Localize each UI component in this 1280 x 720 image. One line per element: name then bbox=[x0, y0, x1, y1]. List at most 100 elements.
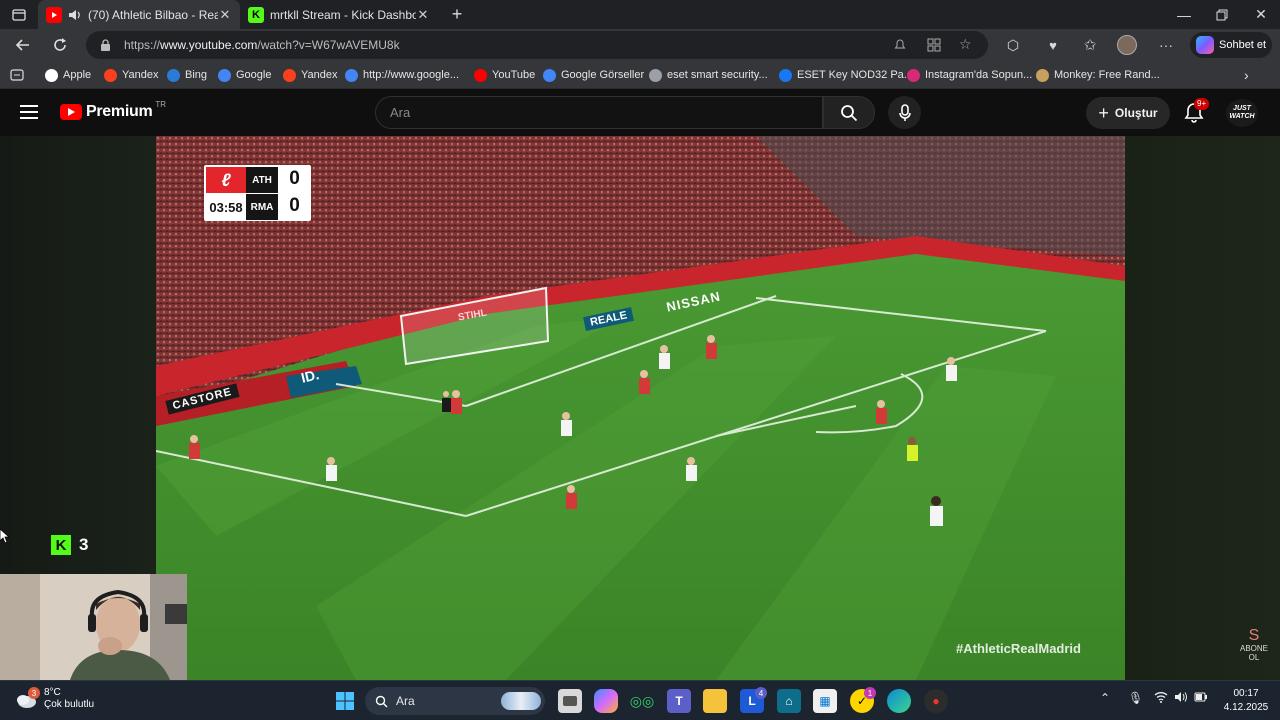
bookmark-item[interactable]: http://www.google... bbox=[345, 67, 459, 83]
chevron-up-icon[interactable]: ⌃ bbox=[1100, 691, 1110, 705]
profile-avatar[interactable] bbox=[1114, 32, 1140, 58]
xbox-game-bar-icon[interactable]: ◎◎ bbox=[630, 689, 654, 713]
chevron-right-icon[interactable]: › bbox=[1244, 67, 1249, 83]
store-app-icon[interactable]: ⌂ bbox=[777, 689, 801, 713]
bookmark-label: Instagram'da Sopun... bbox=[925, 69, 1033, 81]
search-icon bbox=[841, 104, 858, 121]
hamburger-menu-icon[interactable] bbox=[20, 104, 38, 125]
restore-icon[interactable] bbox=[1203, 0, 1241, 29]
home-score: 0 bbox=[289, 168, 300, 189]
viewer-count: 3 bbox=[79, 535, 89, 554]
search-highlight-image bbox=[501, 692, 541, 710]
bookmark-label: YouTube bbox=[492, 69, 536, 81]
temperature: 8°C bbox=[44, 687, 61, 698]
browser-tab-strip: (70) Athletic Bilbao - Real Ma ✕ K mrtkl… bbox=[0, 0, 1280, 29]
star-icon[interactable]: ☆ bbox=[959, 36, 972, 53]
microsoft-store-icon[interactable]: ▦ bbox=[813, 689, 837, 713]
search-input[interactable]: Ara bbox=[375, 96, 823, 129]
bookmark-item[interactable]: Apple bbox=[45, 67, 91, 83]
bookmark-favicon-icon bbox=[218, 68, 231, 82]
bookmark-label: Yandex bbox=[122, 69, 159, 81]
bookmark-item[interactable]: Yandex bbox=[104, 67, 159, 83]
account-avatar[interactable]: JUST WATCH bbox=[1226, 99, 1258, 127]
bookmark-favicon-icon bbox=[167, 68, 180, 82]
bookmarks-bar: Apple Yandex Bing Google Yandex http://www.go… bbox=[0, 61, 1280, 89]
task-view-icon[interactable] bbox=[558, 689, 582, 713]
bookmark-label: Bing bbox=[185, 69, 208, 81]
bookmark-favicon-icon bbox=[283, 68, 296, 82]
bookmark-label: Apple bbox=[63, 69, 92, 81]
extensions-icon[interactable]: ⬡ bbox=[1000, 32, 1026, 58]
taskbar-search[interactable]: Ara bbox=[365, 687, 545, 715]
youtube-favicon-icon bbox=[46, 6, 62, 23]
speaker-icon[interactable] bbox=[68, 8, 82, 22]
minimize-icon[interactable]: — bbox=[1165, 0, 1203, 29]
close-window-icon[interactable]: ✕ bbox=[1242, 0, 1280, 29]
tab-youtube[interactable]: (70) Athletic Bilbao - Real Ma ✕ bbox=[38, 0, 240, 29]
back-icon[interactable] bbox=[10, 32, 36, 58]
system-clock[interactable]: 00:17 4.12.2025 bbox=[1218, 687, 1274, 715]
bookmark-item[interactable]: Google bbox=[218, 67, 271, 83]
battery-icon[interactable] bbox=[1194, 691, 1208, 706]
address-bar[interactable]: https://www.youtube.com/watch?v=W67wAVEM… bbox=[86, 31, 988, 59]
weather-widget[interactable]: 3 8°C Çok bulutlu bbox=[14, 687, 94, 711]
app-badge: 1 bbox=[864, 687, 876, 699]
new-tab-icon[interactable]: + bbox=[438, 0, 476, 29]
copilot-taskbar-icon[interactable] bbox=[594, 689, 618, 713]
browser-toolbar: https://www.youtube.com/watch?v=W67wAVEM… bbox=[0, 29, 1280, 61]
bookmark-item[interactable]: Yandex bbox=[283, 67, 338, 83]
search-button[interactable] bbox=[823, 96, 875, 129]
lock-icon[interactable] bbox=[100, 39, 111, 51]
home-team: ATH bbox=[246, 167, 278, 193]
bookmark-item[interactable]: YouTube bbox=[474, 67, 535, 83]
weather-condition: Çok bulutlu bbox=[44, 699, 95, 710]
kick-favicon-icon: K bbox=[248, 6, 264, 23]
microphone-icon bbox=[898, 103, 911, 121]
bookmark-label: eset smart security... bbox=[667, 69, 768, 81]
tab-kick[interactable]: K mrtkll Stream - Kick Dashboard ✕ bbox=[240, 0, 438, 29]
wifi-icon[interactable] bbox=[1154, 691, 1168, 706]
bookmark-item[interactable]: ESET Key NOD32 Pa... bbox=[779, 67, 913, 83]
close-tab-icon[interactable]: ✕ bbox=[218, 7, 232, 23]
microphone-tray-icon[interactable]: 🎙︎ bbox=[1128, 691, 1143, 705]
bell-off-icon[interactable] bbox=[894, 39, 906, 51]
bookmark-favicon-icon bbox=[474, 68, 487, 82]
bookmark-favicon-icon bbox=[543, 68, 556, 82]
reading-mode-icon[interactable] bbox=[10, 67, 24, 83]
refresh-icon[interactable] bbox=[47, 32, 73, 58]
file-explorer-icon[interactable] bbox=[703, 689, 727, 713]
youtube-logo[interactable]: Premium TR bbox=[60, 100, 166, 121]
bookmark-item[interactable]: Monkey: Free Rand... bbox=[1036, 67, 1160, 83]
voice-search-button[interactable] bbox=[888, 96, 921, 129]
bookmark-favicon-icon bbox=[1036, 68, 1049, 82]
app-install-icon[interactable] bbox=[927, 38, 941, 52]
avatar-text-2: WATCH bbox=[1229, 113, 1255, 120]
bookmark-item[interactable]: Instagram'da Sopun... bbox=[907, 67, 1032, 83]
video-player[interactable]: NISSAN REALE CASTORE ID. STIHL ℓ ATH RMA… bbox=[156, 136, 1125, 680]
bookmark-item[interactable]: eset smart security... bbox=[649, 67, 768, 83]
edge-browser-icon[interactable] bbox=[887, 689, 911, 713]
more-menu-icon[interactable]: ··· bbox=[1153, 32, 1179, 58]
bookmark-favicon-icon bbox=[104, 68, 117, 82]
url-text[interactable]: https://www.youtube.com/watch?v=W67wAVEM… bbox=[124, 38, 400, 52]
video-hashtag: #AthleticRealMadrid bbox=[956, 641, 1081, 656]
volume-icon[interactable] bbox=[1174, 691, 1188, 706]
clock-time: 00:17 bbox=[1233, 688, 1259, 699]
recording-app-icon[interactable]: ● bbox=[924, 689, 948, 713]
close-tab-icon[interactable]: ✕ bbox=[416, 7, 430, 23]
windows-start-icon[interactable] bbox=[333, 689, 357, 713]
create-button[interactable]: + Oluştur bbox=[1086, 97, 1170, 129]
bookmark-favicon-icon bbox=[345, 68, 358, 82]
tab-actions-icon[interactable] bbox=[0, 0, 38, 29]
bookmark-item[interactable]: Bing bbox=[167, 67, 207, 83]
search-placeholder: Ara bbox=[390, 105, 411, 120]
browser-essentials-icon[interactable]: ♥ bbox=[1040, 32, 1066, 58]
subscribe-watermark[interactable]: S ABONE OL bbox=[1234, 628, 1274, 663]
favorites-icon[interactable]: ✩ bbox=[1077, 32, 1103, 58]
notifications-button[interactable]: 9+ bbox=[1184, 98, 1210, 129]
match-scoreboard: ℓ ATH RMA 0 0 03:58 bbox=[204, 165, 311, 221]
search-icon bbox=[375, 695, 388, 707]
copilot-button[interactable]: Sohbet et bbox=[1190, 32, 1272, 58]
teams-icon[interactable]: T bbox=[667, 689, 691, 713]
bookmark-item[interactable]: Google Görseller bbox=[543, 67, 644, 83]
